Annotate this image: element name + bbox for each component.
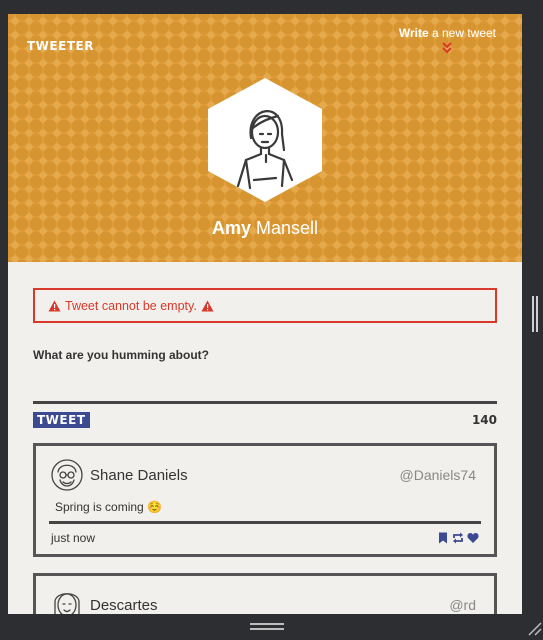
tweet-author-name[interactable]: Descartes <box>90 597 449 614</box>
profile-header: TWEETER Write a new tweet Amy Mansell <box>8 14 522 262</box>
write-label-rest: a new tweet <box>428 26 496 40</box>
write-new-tweet-link[interactable]: Write a new tweet <box>399 26 496 54</box>
compose-prompt: What are you humming about? <box>33 348 209 362</box>
drag-handle[interactable] <box>250 622 284 632</box>
tweet-footer: just now <box>36 524 494 545</box>
char-count: 140 <box>471 413 497 427</box>
compose-actions: TWEET 140 <box>33 412 497 428</box>
resize-grip-icon[interactable] <box>526 620 542 636</box>
heart-icon[interactable] <box>467 532 479 544</box>
user-avatar[interactable] <box>51 588 83 614</box>
warning-icon <box>48 300 61 311</box>
tweet-header: Descartes @rd <box>36 576 494 614</box>
tweet-card: Shane Daniels @Daniels74 Spring is comin… <box>33 443 497 557</box>
profile-first-name: Amy <box>211 218 251 238</box>
profile-last-name: Mansell <box>250 218 319 238</box>
tweet-actions <box>437 532 479 544</box>
chevron-double-down-icon <box>442 42 453 54</box>
window-top-bar <box>0 0 543 14</box>
bookmark-icon[interactable] <box>437 532 449 544</box>
tweet-author-name[interactable]: Shane Daniels <box>90 467 400 484</box>
app-window: TWEETER Write a new tweet Amy Mansell Tw… <box>0 0 543 640</box>
tweet-button[interactable]: TWEET <box>33 412 90 428</box>
tweet-textarea[interactable] <box>33 376 497 404</box>
profile-avatar <box>208 78 322 202</box>
tweet-timestamp: just now <box>51 531 96 545</box>
write-label-bold: Write <box>398 26 429 40</box>
app-logo[interactable]: TWEETER <box>27 39 94 53</box>
tweet-card: Descartes @rd <box>33 573 497 614</box>
error-text: Tweet cannot be empty. <box>65 298 197 313</box>
warning-icon <box>201 300 214 311</box>
tweet-text: Spring is coming ☺️ <box>55 500 162 514</box>
tweet-author-handle[interactable]: @rd <box>449 597 476 613</box>
scrollbar-thumb[interactable] <box>532 296 538 332</box>
page-viewport: TWEETER Write a new tweet Amy Mansell Tw… <box>8 14 522 614</box>
profile-name: Amy Mansell <box>8 218 522 239</box>
error-message: Tweet cannot be empty. <box>33 288 497 323</box>
compose-section: Tweet cannot be empty. What are you humm… <box>8 262 522 614</box>
tweet-author-handle[interactable]: @Daniels74 <box>400 467 476 483</box>
retweet-icon[interactable] <box>452 532 464 544</box>
tweet-header: Shane Daniels @Daniels74 <box>36 446 494 492</box>
user-avatar[interactable] <box>51 458 83 492</box>
